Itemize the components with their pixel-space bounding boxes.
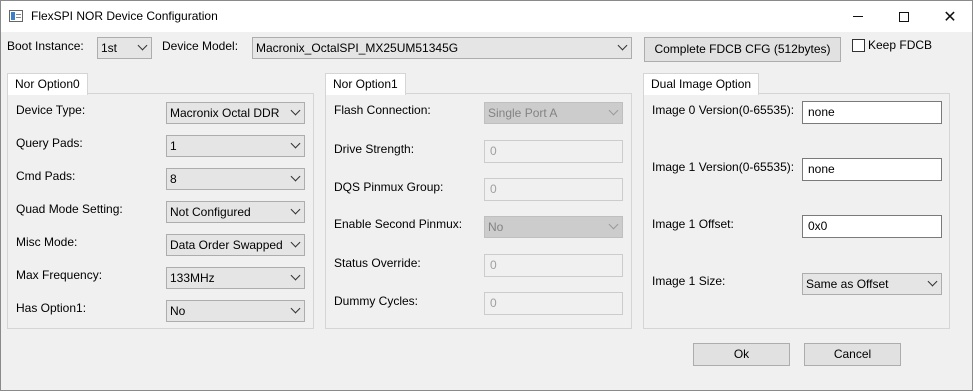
- image1-size-label: Image 1 Size:: [652, 274, 726, 288]
- chevron-down-icon: [137, 40, 148, 51]
- dummy-cycles-label: Dummy Cycles:: [334, 294, 419, 308]
- image1-size-value: Same as Offset: [806, 277, 889, 291]
- device-model-value: Macronix_OctalSPI_MX25UM51345G: [256, 41, 459, 55]
- misc-mode-value: Data Order Swapped: [170, 238, 283, 252]
- boot-instance-value: 1st: [101, 41, 118, 55]
- max-frequency-value: 133MHz: [170, 271, 215, 285]
- chevron-down-icon: [290, 138, 301, 149]
- complete-fdcb-button[interactable]: Complete FDCB CFG (512bytes): [644, 37, 841, 62]
- second-pinmux-select[interactable]: No: [484, 216, 623, 238]
- chevron-down-icon: [608, 219, 619, 230]
- dqs-pinmux-field[interactable]: 0: [484, 178, 623, 201]
- app-window-icon: [9, 10, 23, 22]
- device-type-select[interactable]: Macronix Octal DDR: [166, 102, 305, 124]
- title-bar[interactable]: FlexSPI NOR Device Configuration ✕: [1, 1, 972, 32]
- chevron-down-icon: [608, 105, 619, 116]
- dqs-pinmux-label: DQS Pinmux Group:: [334, 180, 444, 194]
- keep-fdcb-label: Keep FDCB: [868, 38, 933, 52]
- device-type-value: Macronix Octal DDR: [170, 106, 280, 120]
- device-model-label: Device Model:: [162, 39, 239, 53]
- drive-strength-field[interactable]: 0: [484, 140, 623, 163]
- image0-version-field[interactable]: none: [802, 101, 942, 124]
- cmd-pads-label: Cmd Pads:: [16, 169, 76, 183]
- keep-fdcb-checkbox[interactable]: [852, 39, 865, 52]
- query-pads-value: 1: [170, 139, 177, 153]
- close-icon: ✕: [943, 8, 957, 26]
- image1-version-label: Image 1 Version(0-65535):: [652, 160, 795, 174]
- image1-size-select[interactable]: Same as Offset: [802, 273, 942, 295]
- image0-version-label: Image 0 Version(0-65535):: [652, 103, 795, 117]
- minimize-button[interactable]: [835, 1, 881, 32]
- quad-mode-select[interactable]: Not Configured: [166, 201, 305, 223]
- dialog-window: FlexSPI NOR Device Configuration ✕ Boot …: [0, 0, 973, 391]
- window-title: FlexSPI NOR Device Configuration: [31, 9, 218, 23]
- dummy-cycles-field[interactable]: 0: [484, 292, 623, 315]
- flash-connection-value: Single Port A: [488, 106, 558, 120]
- has-option1-value: No: [170, 304, 186, 318]
- second-pinmux-value: No: [488, 220, 504, 234]
- device-type-label: Device Type:: [16, 103, 86, 117]
- chevron-down-icon: [290, 171, 301, 182]
- device-model-select[interactable]: Macronix_OctalSPI_MX25UM51345G: [252, 37, 632, 59]
- quad-mode-value: Not Configured: [170, 205, 251, 219]
- minimize-icon: [853, 16, 863, 17]
- ok-button[interactable]: Ok: [693, 343, 790, 366]
- image1-version-field[interactable]: none: [802, 158, 942, 181]
- max-frequency-select[interactable]: 133MHz: [166, 267, 305, 289]
- flash-connection-select[interactable]: Single Port A: [484, 102, 623, 124]
- second-pinmux-label: Enable Second Pinmux:: [334, 217, 463, 231]
- image1-offset-label: Image 1 Offset:: [652, 217, 734, 231]
- misc-mode-label: Misc Mode:: [16, 235, 78, 249]
- status-override-label: Status Override:: [334, 256, 421, 270]
- tab-dual-image-option[interactable]: Dual Image Option: [643, 73, 760, 95]
- quad-mode-label: Quad Mode Setting:: [16, 202, 123, 216]
- chevron-down-icon: [290, 303, 301, 314]
- chevron-down-icon: [290, 270, 301, 281]
- maximize-icon: [899, 11, 909, 22]
- query-pads-select[interactable]: 1: [166, 135, 305, 157]
- misc-mode-select[interactable]: Data Order Swapped: [166, 234, 305, 256]
- cmd-pads-select[interactable]: 8: [166, 168, 305, 190]
- chevron-down-icon: [617, 40, 628, 51]
- chevron-down-icon: [927, 276, 938, 287]
- query-pads-label: Query Pads:: [16, 136, 83, 150]
- tab-nor-option0[interactable]: Nor Option0: [7, 73, 88, 95]
- has-option1-select[interactable]: No: [166, 300, 305, 322]
- chevron-down-icon: [290, 237, 301, 248]
- image1-offset-field[interactable]: 0x0: [802, 215, 942, 238]
- flash-connection-label: Flash Connection:: [334, 103, 431, 117]
- maximize-button[interactable]: [881, 1, 927, 32]
- close-button[interactable]: ✕: [927, 1, 973, 32]
- drive-strength-label: Drive Strength:: [334, 142, 415, 156]
- chevron-down-icon: [290, 105, 301, 116]
- boot-instance-label: Boot Instance:: [7, 39, 84, 53]
- status-override-field[interactable]: 0: [484, 254, 623, 277]
- has-option1-label: Has Option1:: [16, 301, 87, 315]
- cancel-button[interactable]: Cancel: [804, 343, 901, 366]
- tab-nor-option1[interactable]: Nor Option1: [325, 73, 406, 95]
- chevron-down-icon: [290, 204, 301, 215]
- boot-instance-select[interactable]: 1st: [97, 37, 152, 59]
- max-frequency-label: Max Frequency:: [16, 268, 103, 282]
- cmd-pads-value: 8: [170, 172, 177, 186]
